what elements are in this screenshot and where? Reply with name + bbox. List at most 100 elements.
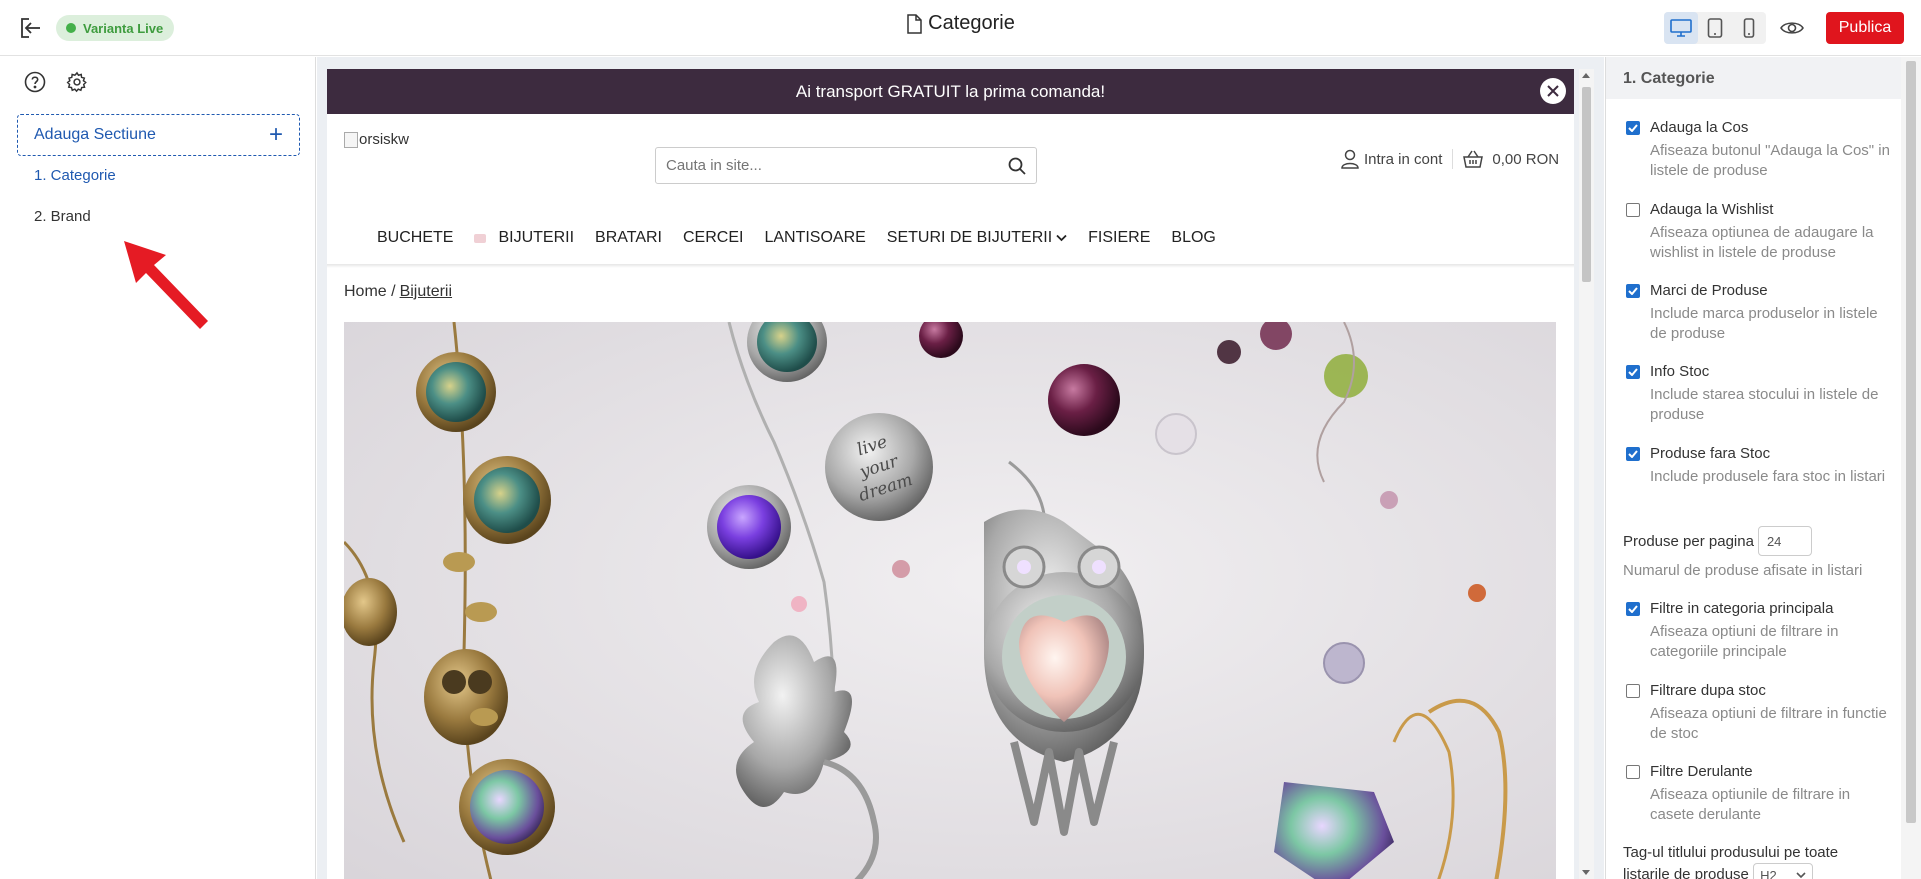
mobile-icon [1743, 18, 1755, 38]
scroll-down-icon[interactable] [1582, 870, 1590, 875]
per-page-row: Produse per pagina [1623, 526, 1812, 556]
cart-icon[interactable] [1463, 150, 1484, 168]
title-tag-setting: Tag-ul titlului produsului pe toate list… [1623, 842, 1873, 879]
option-description: Afiseaza butonul "Adauga la Cos" in list… [1650, 142, 1890, 179]
jewelry-photo: live your dream [344, 322, 1556, 879]
nav-item-bratari[interactable]: BRATARI [595, 229, 662, 247]
nav-item-blog[interactable]: BLOG [1171, 229, 1215, 247]
nav-item-seturi-label: SETURI DE BIJUTERII [886, 229, 1053, 246]
preview-scroll-thumb[interactable] [1582, 87, 1591, 282]
site-preview: Ai transport GRATUIT la prima comanda! o… [327, 69, 1574, 879]
nav-item-fisiere[interactable]: FISIERE [1088, 229, 1150, 247]
page-title-bar: Categorie [0, 12, 1921, 40]
desktop-icon [1670, 19, 1692, 37]
account-link[interactable]: Intra in cont [1364, 151, 1442, 168]
promo-close-button[interactable] [1540, 78, 1566, 104]
promo-banner: Ai transport GRATUIT la prima comanda! [327, 69, 1574, 114]
preview-canvas: Ai transport GRATUIT la prima comanda! o… [317, 57, 1604, 879]
checkbox-unchecked-icon[interactable] [1626, 683, 1640, 698]
breadcrumb: Home / Bijuterii [344, 283, 452, 301]
option-info-stoc: Info Stoc Include starea stocului in lis… [1626, 363, 1894, 425]
option-adauga-la-cos: Adauga la Cos Afiseaza butonul "Adauga l… [1626, 119, 1894, 181]
breadcrumb-current[interactable]: Bijuterii [400, 283, 452, 300]
header-divider [1452, 149, 1454, 169]
checkbox-checked-icon[interactable] [1626, 364, 1640, 379]
option-adauga-la-wishlist: Adauga la Wishlist Afiseaza optiunea de … [1626, 201, 1894, 263]
account-cart-area: Intra in cont 0,00 RON [1341, 149, 1559, 169]
search-icon[interactable] [1008, 157, 1026, 175]
promo-text: Ai transport GRATUIT la prima comanda! [795, 81, 1106, 101]
mobile-view-button[interactable] [1732, 12, 1766, 44]
checkbox-checked-icon[interactable] [1626, 446, 1640, 461]
title-tag-select[interactable]: H2 [1753, 863, 1814, 879]
nav-item-seturi[interactable]: SETURI DE BIJUTERII [887, 229, 1067, 247]
nav-item-cercei[interactable]: CERCEI [683, 229, 743, 247]
close-icon [1547, 85, 1559, 97]
option-info-stoc-toggle[interactable]: Info Stoc [1626, 363, 1894, 380]
live-badge-label: Varianta Live [83, 20, 164, 36]
sections-sidebar: Adauga Sectiune + 1. Categorie 2. Brand [0, 57, 316, 879]
breadcrumb-home[interactable]: Home / [344, 283, 396, 300]
cart-amount[interactable]: 0,00 RON [1492, 151, 1559, 168]
help-icon[interactable] [24, 71, 46, 93]
option-label: Filtre in categoria principala [1650, 600, 1834, 617]
checkbox-unchecked-icon[interactable] [1626, 202, 1640, 217]
nav-item-buchete[interactable]: BUCHETE [377, 229, 453, 247]
option-filtre-categoria-principala-toggle[interactable]: Filtre in categoria principala [1626, 600, 1894, 617]
red-arrow-annotation-icon [124, 241, 208, 329]
tablet-icon [1707, 18, 1723, 38]
checkbox-unchecked-icon[interactable] [1626, 764, 1640, 779]
option-filtrare-dupa-stoc: Filtrare dupa stoc Afiseaza optiuni de f… [1626, 682, 1894, 744]
nav-item-bijuterii[interactable]: BIJUTERII [498, 229, 574, 247]
section-item-categorie[interactable]: 1. Categorie [34, 167, 116, 184]
page-title: Categorie [928, 12, 1015, 34]
section-item-brand[interactable]: 2. Brand [34, 208, 91, 225]
settings-scrollbar[interactable] [1901, 57, 1921, 879]
chevron-down-icon [1056, 234, 1067, 242]
gear-icon[interactable] [66, 71, 88, 93]
option-marci-de-produse-toggle[interactable]: Marci de Produse [1626, 282, 1894, 299]
option-filtre-derulante-toggle[interactable]: Filtre Derulante [1626, 763, 1894, 780]
preview-scrollbar[interactable] [1579, 69, 1594, 879]
document-icon [907, 13, 922, 34]
preview-eye-button[interactable] [1778, 14, 1806, 42]
scroll-up-icon[interactable] [1582, 73, 1590, 78]
exit-icon[interactable] [16, 14, 44, 42]
site-logo[interactable]: orsiskw [344, 131, 409, 148]
checkbox-checked-icon[interactable] [1626, 601, 1640, 616]
desktop-view-button[interactable] [1664, 12, 1698, 44]
option-filtrare-dupa-stoc-toggle[interactable]: Filtrare dupa stoc [1626, 682, 1894, 699]
option-label: Produse fara Stoc [1650, 445, 1771, 462]
live-status-badge: Varianta Live [56, 15, 175, 41]
per-page-description: Numarul de produse afisate in listari [1623, 562, 1863, 579]
add-section-button[interactable]: Adauga Sectiune + [17, 114, 300, 156]
nav-item-lantisoare[interactable]: LANTISOARE [764, 229, 865, 247]
option-adauga-la-cos-toggle[interactable]: Adauga la Cos [1626, 119, 1894, 136]
checkbox-checked-icon[interactable] [1626, 283, 1640, 298]
option-description: Afiseaza optiunea de adaugare la wishlis… [1650, 224, 1874, 261]
checkbox-checked-icon[interactable] [1626, 120, 1640, 135]
settings-panel: 1. Categorie Adauga la Cos Afiseaza buto… [1605, 57, 1902, 879]
tablet-view-button[interactable] [1698, 12, 1732, 44]
sidebar-toolbar [24, 71, 88, 93]
plus-icon: + [268, 121, 283, 148]
option-label: Filtrare dupa stoc [1650, 682, 1766, 699]
option-filtre-categoria-principala: Filtre in categoria principala Afiseaza … [1626, 600, 1894, 662]
add-section-label: Adauga Sectiune [34, 126, 156, 143]
search-input[interactable] [666, 157, 986, 174]
nav-thumbnail-icon [474, 233, 487, 243]
publish-button[interactable]: Publica [1826, 12, 1904, 44]
option-label: Info Stoc [1650, 363, 1710, 380]
eye-icon [1780, 22, 1804, 34]
settings-scroll-thumb[interactable] [1906, 61, 1916, 823]
main-nav: BUCHETE BIJUTERII BRATARI CERCEI LANTISO… [377, 229, 1237, 247]
top-bar: Varianta Live Categorie Publica [0, 0, 1921, 56]
chevron-down-icon [1796, 871, 1806, 878]
option-adauga-la-wishlist-toggle[interactable]: Adauga la Wishlist [1626, 201, 1894, 218]
per-page-input[interactable] [1757, 526, 1812, 556]
category-hero-image: live your dream [344, 322, 1556, 879]
site-search [655, 147, 1037, 184]
option-label: Marci de Produse [1650, 282, 1768, 299]
option-description: Afiseaza optiunile de filtrare in casete… [1650, 786, 1851, 823]
option-produse-fara-stoc-toggle[interactable]: Produse fara Stoc [1626, 445, 1894, 462]
